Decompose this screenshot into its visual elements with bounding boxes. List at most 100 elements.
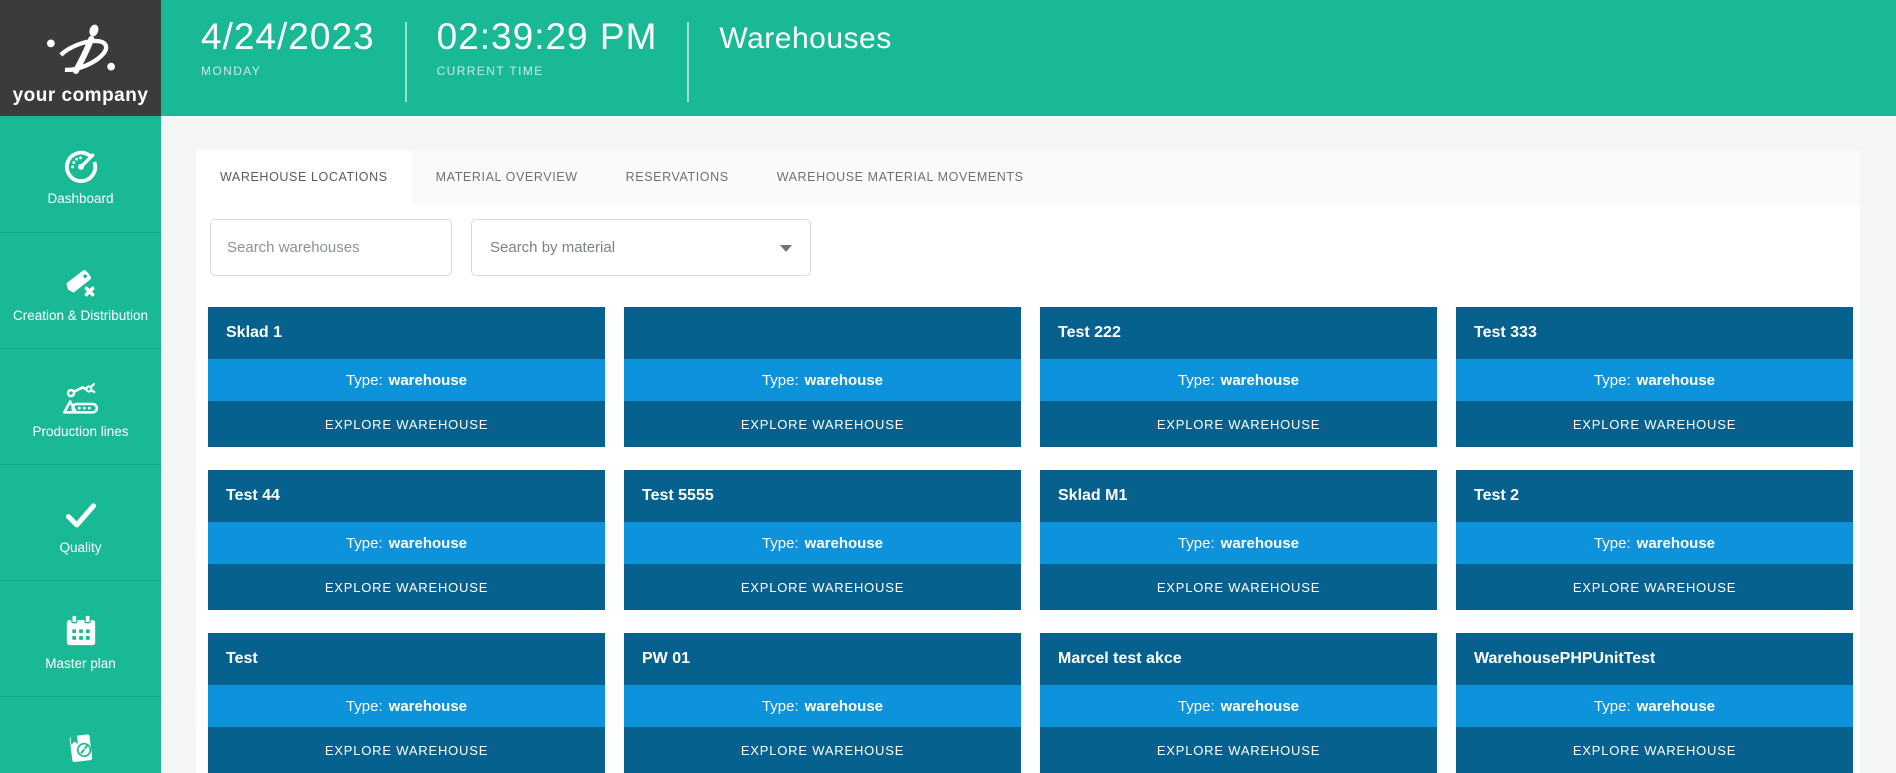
current-time-label: CURRENT TIME xyxy=(437,64,658,78)
warehouse-type-label: Type: xyxy=(1594,698,1631,715)
warehouse-type-value: warehouse xyxy=(1221,372,1299,389)
tab-reservations[interactable]: RESERVATIONS xyxy=(602,150,753,204)
warehouse-name: WarehousePHPUnitTest xyxy=(1474,650,1655,668)
sidebar-item-dashboard[interactable]: Dashboard xyxy=(0,116,161,232)
warehouse-card-header: Test 222 xyxy=(1040,307,1437,359)
warehouse-card: Test 44 Type: warehouse EXPLORE WAREHOUS… xyxy=(208,470,605,610)
warehouse-type-value: warehouse xyxy=(1221,698,1299,715)
sidebar-item-production-lines[interactable]: Production lines xyxy=(0,348,161,464)
warehouse-card: Test 5555 Type: warehouse EXPLORE WAREHO… xyxy=(624,470,1021,610)
warehouse-type-row: Type: warehouse xyxy=(1456,359,1853,401)
warehouse-type-label: Type: xyxy=(346,372,383,389)
warehouse-type-value: warehouse xyxy=(1637,698,1715,715)
calendar-icon xyxy=(61,611,101,651)
sidebar-item-label: Dashboard xyxy=(47,191,113,206)
warehouse-card: Type: warehouse EXPLORE WAREHOUSE xyxy=(624,307,1021,447)
warehouse-type-row: Type: warehouse xyxy=(1040,685,1437,727)
explore-warehouse-button[interactable]: EXPLORE WAREHOUSE xyxy=(624,727,1021,773)
warehouse-type-row: Type: warehouse xyxy=(208,522,605,564)
topbar: 4/24/2023 MONDAY 02:39:29 PM CURRENT TIM… xyxy=(161,0,1896,116)
page-title: Warehouses xyxy=(719,0,891,56)
warehouse-name: Test 222 xyxy=(1058,324,1121,342)
warehouse-type-value: warehouse xyxy=(805,698,883,715)
explore-warehouse-button[interactable]: EXPLORE WAREHOUSE xyxy=(624,564,1021,610)
warehouse-card-grid: Sklad 1 Type: warehouse EXPLORE WAREHOUS… xyxy=(208,307,1860,773)
sidebar-item-label: Creation & Distribution xyxy=(13,308,148,323)
explore-warehouse-button[interactable]: EXPLORE WAREHOUSE xyxy=(624,401,1021,447)
filter-row: Search by material xyxy=(210,219,1860,276)
warehouse-card: Sklad 1 Type: warehouse EXPLORE WAREHOUS… xyxy=(208,307,605,447)
explore-warehouse-button[interactable]: EXPLORE WAREHOUSE xyxy=(1456,401,1853,447)
explore-warehouse-button[interactable]: EXPLORE WAREHOUSE xyxy=(1456,564,1853,610)
warehouse-type-row: Type: warehouse xyxy=(624,685,1021,727)
explore-warehouse-button[interactable]: EXPLORE WAREHOUSE xyxy=(208,727,605,773)
warehouse-type-row: Type: warehouse xyxy=(624,359,1021,401)
sidebar: Dashboard Creation & Distribution xyxy=(0,116,161,773)
explore-warehouse-button[interactable]: EXPLORE WAREHOUSE xyxy=(1040,401,1437,447)
warehouse-card: Test 333 Type: warehouse EXPLORE WAREHOU… xyxy=(1456,307,1853,447)
package-link-icon xyxy=(61,727,101,767)
content-panel: WAREHOUSE LOCATIONS MATERIAL OVERVIEW RE… xyxy=(196,150,1860,773)
sidebar-item-label: Master plan xyxy=(45,656,116,671)
topbar-divider xyxy=(405,22,407,102)
warehouse-type-value: warehouse xyxy=(805,535,883,552)
app-root: your company 4/24/2023 MONDAY 02:39:29 P… xyxy=(0,0,1896,773)
chevron-down-icon xyxy=(780,245,792,252)
explore-warehouse-button[interactable]: EXPLORE WAREHOUSE xyxy=(1040,727,1437,773)
warehouse-name: Test 2 xyxy=(1474,487,1519,505)
sidebar-item-quality[interactable]: Quality xyxy=(0,464,161,580)
warehouse-type-label: Type: xyxy=(346,535,383,552)
warehouse-card-header: Test 2 xyxy=(1456,470,1853,522)
warehouse-type-row: Type: warehouse xyxy=(1040,359,1437,401)
warehouse-type-label: Type: xyxy=(762,698,799,715)
warehouse-card-header: Test xyxy=(208,633,605,685)
date-block: 4/24/2023 MONDAY xyxy=(201,0,375,78)
warehouse-type-value: warehouse xyxy=(389,535,467,552)
search-by-material-select[interactable]: Search by material xyxy=(471,219,811,276)
tab-material-overview[interactable]: MATERIAL OVERVIEW xyxy=(412,150,602,204)
warehouse-card-header: Test 333 xyxy=(1456,307,1853,359)
checkmark-icon xyxy=(61,495,101,535)
tab-warehouse-locations[interactable]: WAREHOUSE LOCATIONS xyxy=(196,150,412,204)
sidebar-item-label: Production lines xyxy=(32,424,128,439)
warehouse-type-value: warehouse xyxy=(389,372,467,389)
warehouse-name: PW 01 xyxy=(642,650,690,668)
tab-bar: WAREHOUSE LOCATIONS MATERIAL OVERVIEW RE… xyxy=(196,150,1860,204)
topbar-divider xyxy=(687,22,689,102)
warehouse-type-value: warehouse xyxy=(1221,535,1299,552)
sidebar-item-package[interactable] xyxy=(0,696,161,773)
warehouse-type-value: warehouse xyxy=(805,372,883,389)
warehouse-card: Test Type: warehouse EXPLORE WAREHOUSE xyxy=(208,633,605,773)
warehouse-card-header: Sklad 1 xyxy=(208,307,605,359)
warehouse-card-header: Test 5555 xyxy=(624,470,1021,522)
current-date-day: MONDAY xyxy=(201,64,375,78)
warehouse-type-label: Type: xyxy=(762,372,799,389)
warehouse-type-label: Type: xyxy=(1178,698,1215,715)
explore-warehouse-button[interactable]: EXPLORE WAREHOUSE xyxy=(208,401,605,447)
sidebar-item-master-plan[interactable]: Master plan xyxy=(0,580,161,696)
warehouse-type-row: Type: warehouse xyxy=(624,522,1021,564)
search-warehouses-input[interactable] xyxy=(210,219,452,276)
search-by-material-label: Search by material xyxy=(490,239,615,256)
warehouse-name: Test 5555 xyxy=(642,487,714,505)
explore-warehouse-button[interactable]: EXPLORE WAREHOUSE xyxy=(1040,564,1437,610)
explore-warehouse-button[interactable]: EXPLORE WAREHOUSE xyxy=(208,564,605,610)
warehouse-name: Test 44 xyxy=(226,487,280,505)
warehouse-card-header: PW 01 xyxy=(624,633,1021,685)
company-logo[interactable]: your company xyxy=(0,0,161,116)
current-time: 02:39:29 PM xyxy=(437,16,658,58)
warehouse-type-row: Type: warehouse xyxy=(208,359,605,401)
gauge-icon xyxy=(61,146,101,186)
warehouse-card: WarehousePHPUnitTest Type: warehouse EXP… xyxy=(1456,633,1853,773)
warehouse-name: Sklad 1 xyxy=(226,324,282,342)
sidebar-item-creation-distribution[interactable]: Creation & Distribution xyxy=(0,232,161,348)
explore-warehouse-button[interactable]: EXPLORE WAREHOUSE xyxy=(1456,727,1853,773)
warehouse-card: PW 01 Type: warehouse EXPLORE WAREHOUSE xyxy=(624,633,1021,773)
warehouse-type-value: warehouse xyxy=(389,698,467,715)
warehouse-name: Sklad M1 xyxy=(1058,487,1127,505)
warehouse-name: Test xyxy=(226,650,258,668)
warehouse-type-row: Type: warehouse xyxy=(208,685,605,727)
production-line-icon xyxy=(61,379,101,419)
warehouse-name: Test 333 xyxy=(1474,324,1537,342)
tab-warehouse-material-movements[interactable]: WAREHOUSE MATERIAL MOVEMENTS xyxy=(753,150,1048,204)
